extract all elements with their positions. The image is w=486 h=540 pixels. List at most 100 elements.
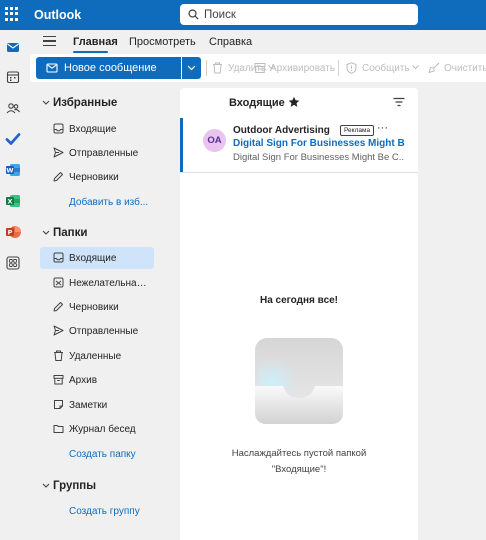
folder-icon bbox=[53, 425, 64, 433]
ribbon-toolbar: Новое сообщение Удалить Архивировать Соо… bbox=[30, 54, 486, 82]
pencil-icon bbox=[53, 302, 63, 312]
shield-icon bbox=[346, 62, 357, 74]
search-icon bbox=[188, 9, 199, 20]
hamburger-menu-icon[interactable] bbox=[43, 36, 56, 47]
archive-icon bbox=[53, 375, 64, 385]
folder-pane: Избранные Входящие Отправленные Черновик… bbox=[30, 88, 175, 540]
inbox-icon bbox=[53, 123, 64, 134]
search-box[interactable] bbox=[180, 4, 418, 25]
chevron-down-icon bbox=[412, 65, 419, 70]
report-label: Сообщить bbox=[362, 63, 410, 74]
svg-text:W: W bbox=[6, 167, 13, 175]
message-list: Входящие OA Outdoor Advertising Реклама … bbox=[180, 88, 418, 540]
broom-icon bbox=[428, 62, 440, 73]
favorite-item-sent[interactable]: Отправленные bbox=[40, 142, 154, 164]
folder-label: Архив bbox=[69, 375, 98, 386]
svg-text:P: P bbox=[8, 229, 13, 237]
send-icon bbox=[53, 325, 64, 336]
favorite-item-drafts[interactable]: Черновики bbox=[40, 166, 154, 188]
folder-item-archive[interactable]: Архив bbox=[40, 369, 154, 391]
folder-item-drafts[interactable]: Черновики bbox=[40, 296, 154, 318]
more-options-icon[interactable]: ··· bbox=[377, 122, 388, 134]
top-bar: Outlook bbox=[0, 0, 486, 30]
avatar: OA bbox=[203, 129, 226, 152]
junk-icon bbox=[53, 277, 64, 288]
ribbon-divider bbox=[206, 60, 207, 76]
ribbon-divider bbox=[338, 60, 339, 76]
archive-label: Архивировать bbox=[270, 63, 336, 74]
mail-icon[interactable] bbox=[5, 39, 21, 55]
filter-icon[interactable] bbox=[393, 97, 405, 107]
chevron-down-icon bbox=[42, 483, 50, 488]
folder-item-notes[interactable]: Заметки bbox=[40, 394, 154, 416]
send-icon bbox=[53, 147, 64, 158]
message-list-title: Входящие bbox=[229, 97, 285, 109]
archive-button[interactable]: Архивировать bbox=[254, 58, 338, 78]
tab-help[interactable]: Справка bbox=[209, 36, 252, 48]
folder-item-junk[interactable]: Нежелательная ... bbox=[40, 272, 154, 294]
pencil-icon bbox=[53, 172, 63, 182]
sweep-label: Очистить bbox=[444, 63, 486, 74]
folder-label: Входящие bbox=[69, 253, 117, 264]
word-icon[interactable]: W bbox=[5, 162, 21, 178]
favorite-item-inbox[interactable]: Входящие bbox=[40, 118, 154, 140]
groups-title: Группы bbox=[53, 480, 97, 492]
ad-badge: Реклама bbox=[340, 125, 375, 136]
folders-title: Папки bbox=[53, 227, 88, 239]
new-message-label: Новое сообщение bbox=[64, 62, 157, 74]
tab-home[interactable]: Главная bbox=[73, 36, 118, 48]
note-icon bbox=[54, 400, 63, 409]
app-rail: W X P bbox=[0, 30, 30, 540]
svg-text:X: X bbox=[7, 198, 12, 206]
message-sender: Outdoor Advertising bbox=[233, 125, 330, 136]
add-favorite-link[interactable]: Добавить в изб... bbox=[69, 197, 148, 208]
folder-item-sent[interactable]: Отправленные bbox=[40, 320, 154, 342]
create-folder-link[interactable]: Создать папку bbox=[69, 449, 136, 460]
compose-icon bbox=[46, 63, 58, 73]
empty-state-message: Наслаждайтесь пустой папкой "Входящие"! bbox=[231, 448, 367, 475]
search-input[interactable] bbox=[204, 6, 409, 23]
chevron-down-icon bbox=[42, 230, 50, 235]
favorites-title: Избранные bbox=[53, 97, 118, 109]
tab-view[interactable]: Просмотреть bbox=[129, 36, 196, 48]
folder-label: Удаленные bbox=[69, 351, 122, 362]
message-list-item[interactable]: OA Outdoor Advertising Реклама ··· Digit… bbox=[180, 118, 418, 173]
message-preview: Digital Sign For Businesses Might Be C..… bbox=[233, 152, 405, 163]
folder-label: Входящие bbox=[69, 124, 117, 135]
archive-icon bbox=[254, 63, 266, 73]
folder-item-deleted[interactable]: Удаленные bbox=[40, 345, 154, 367]
report-button[interactable]: Сообщить bbox=[346, 58, 420, 78]
folder-label: Заметки bbox=[69, 400, 108, 411]
message-subject: Digital Sign For Businesses Might Be ... bbox=[233, 138, 405, 149]
new-message-button[interactable]: Новое сообщение bbox=[36, 57, 181, 79]
menu-bar: Главная Просмотреть Справка bbox=[30, 30, 486, 53]
empty-inbox-illustration bbox=[255, 338, 343, 424]
trash-icon bbox=[213, 62, 222, 74]
inbox-icon bbox=[53, 252, 64, 263]
apps-icon[interactable] bbox=[5, 255, 21, 271]
app-launcher-icon[interactable] bbox=[5, 7, 19, 21]
app-title[interactable]: Outlook bbox=[34, 8, 81, 22]
folder-item-conversation-history[interactable]: Журнал бесед bbox=[40, 418, 154, 440]
sweep-button[interactable]: Очистить bbox=[428, 58, 486, 78]
folder-label: Черновики bbox=[69, 172, 119, 183]
calendar-icon[interactable] bbox=[5, 69, 21, 85]
folder-label: Отправленные bbox=[69, 148, 139, 159]
divider bbox=[180, 172, 418, 173]
folder-item-inbox[interactable]: Входящие bbox=[40, 247, 154, 269]
empty-state-title: На сегодня все! bbox=[259, 295, 339, 306]
folder-label: Нежелательная ... bbox=[69, 278, 151, 289]
folder-label: Черновики bbox=[69, 302, 119, 313]
chevron-down-icon bbox=[187, 65, 196, 71]
chevron-down-icon bbox=[42, 100, 50, 105]
active-tab-indicator bbox=[73, 51, 108, 53]
folder-label: Журнал бесед bbox=[69, 424, 136, 435]
new-message-dropdown-button[interactable] bbox=[182, 57, 201, 79]
folder-label: Отправленные bbox=[69, 326, 139, 337]
excel-icon[interactable]: X bbox=[5, 193, 21, 209]
create-group-link[interactable]: Создать группу bbox=[69, 506, 140, 517]
powerpoint-icon[interactable]: P bbox=[5, 224, 21, 240]
todo-icon[interactable] bbox=[5, 131, 21, 147]
people-icon[interactable] bbox=[5, 100, 21, 116]
star-icon[interactable] bbox=[288, 96, 300, 108]
